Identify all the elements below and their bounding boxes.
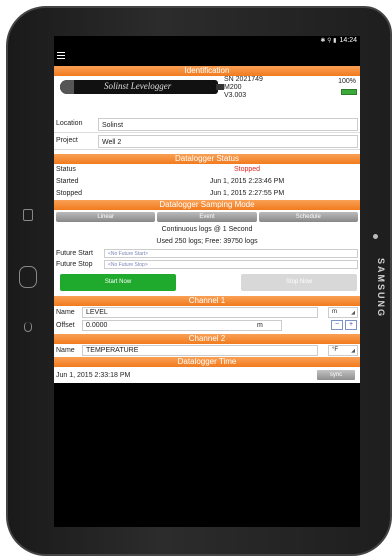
status-header: Datalogger Status [54, 154, 360, 164]
increment-button[interactable]: + [345, 320, 357, 330]
channel2-unit-select[interactable]: °F [328, 345, 358, 356]
battery-percent: 100% [338, 78, 356, 85]
channel1-offset-row: Offset 0.0000 m − + [54, 319, 360, 332]
location-field[interactable]: Solinst [98, 118, 358, 131]
time-header: Datalogger Time [54, 357, 360, 367]
time-row: Jun 1, 2015 2:33:18 PM sync [54, 367, 360, 383]
status-bar: ✱ ⚲ ▮ 14:24 [54, 36, 360, 46]
recent-apps-icon[interactable] [23, 209, 33, 221]
firmware-version: V3.003 [224, 92, 247, 99]
action-bar [54, 46, 360, 66]
offset-label: Offset [56, 322, 75, 329]
channel2-name-label: Name [56, 347, 75, 354]
status-value: Stopped [233, 166, 261, 173]
tab-linear[interactable]: Linear [56, 212, 156, 222]
mode-summary: Continuous logs @ 1 Second [161, 226, 253, 233]
levelogger-image: Solinst Levelogger [60, 80, 224, 94]
status-row: Status Stopped [54, 164, 360, 176]
started-value: Jun 1, 2015 2:23:46 PM [209, 178, 285, 185]
model: M200 [224, 84, 242, 91]
start-stop-row: Start Now Stop Now [54, 270, 360, 296]
camera-icon [373, 234, 378, 239]
channel2-name-row: Name TEMPERATURE °F [54, 344, 360, 357]
sync-button[interactable]: sync [317, 370, 355, 380]
channel2-name-field[interactable]: TEMPERATURE [82, 345, 318, 356]
future-start-row: Future Start <No Future Start> [54, 248, 360, 259]
project-row: Project Well 2 [54, 133, 360, 150]
tab-schedule[interactable]: Schedule [258, 212, 358, 222]
offset-stepper: − + [331, 320, 357, 330]
screen: ✱ ⚲ ▮ 14:24 Identification Solinst Levelo… [54, 36, 360, 527]
project-label: Project [56, 137, 78, 144]
offset-unit: m [257, 322, 263, 329]
channel1-name-row: Name LEVEL m [54, 306, 360, 319]
location-row: Location Solinst [54, 116, 360, 133]
channel1-unit-select[interactable]: m [328, 307, 358, 318]
channel2-header: Channel 2 [54, 334, 360, 344]
home-button[interactable] [19, 266, 37, 288]
serial-number: SN 2021749 [224, 76, 263, 83]
app-content: Identification Solinst Levelogger SN 202… [54, 66, 360, 383]
logger-brand: Solinst Levelogger [104, 81, 172, 91]
status-icons: ✱ ⚲ ▮ [320, 38, 337, 44]
device-brand: SAMSUNG [376, 258, 386, 319]
future-stop-row: Future Stop <No Future Stop> [54, 259, 360, 270]
empty-area [54, 383, 360, 523]
stopped-row: Stopped Jun 1, 2015 2:27:55 PM [54, 188, 360, 200]
future-stop-field[interactable]: <No Future Stop> [104, 260, 358, 269]
datalogger-time: Jun 1, 2015 2:33:18 PM [56, 372, 131, 379]
channel1-header: Channel 1 [54, 296, 360, 306]
logger-info: SN 2021749 M200 V3.003 [224, 76, 263, 100]
decrement-button[interactable]: − [331, 320, 343, 330]
future-stop-label: Future Stop [56, 261, 93, 268]
identification-panel: Solinst Levelogger SN 2021749 M200 V3.00… [54, 76, 360, 116]
stopped-value: Jun 1, 2015 2:27:55 PM [209, 190, 285, 197]
identification-header: Identification [54, 66, 360, 76]
sampling-header: Datalogger Samping Mode [54, 200, 360, 210]
back-icon[interactable] [24, 322, 32, 332]
project-field[interactable]: Well 2 [98, 135, 358, 148]
tab-event[interactable]: Event [157, 212, 257, 222]
menu-icon[interactable] [57, 52, 65, 59]
channel1-name-field[interactable]: LEVEL [82, 307, 318, 318]
future-start-label: Future Start [56, 250, 93, 257]
start-now-button[interactable]: Start Now [60, 274, 176, 291]
clock: 14:24 [339, 37, 357, 44]
sampling-mode-tabs: Linear Event Schedule [54, 210, 360, 224]
stop-now-button[interactable]: Stop Now [241, 274, 357, 291]
location-label: Location [56, 120, 83, 127]
started-row: Started Jun 1, 2015 2:23:46 PM [54, 176, 360, 188]
battery-icon [341, 89, 357, 95]
offset-field[interactable]: 0.0000 [82, 320, 282, 331]
memory-usage: Used 250 logs; Free: 39750 logs [156, 238, 258, 245]
channel1-name-label: Name [56, 309, 75, 316]
future-start-field[interactable]: <No Future Start> [104, 249, 358, 258]
